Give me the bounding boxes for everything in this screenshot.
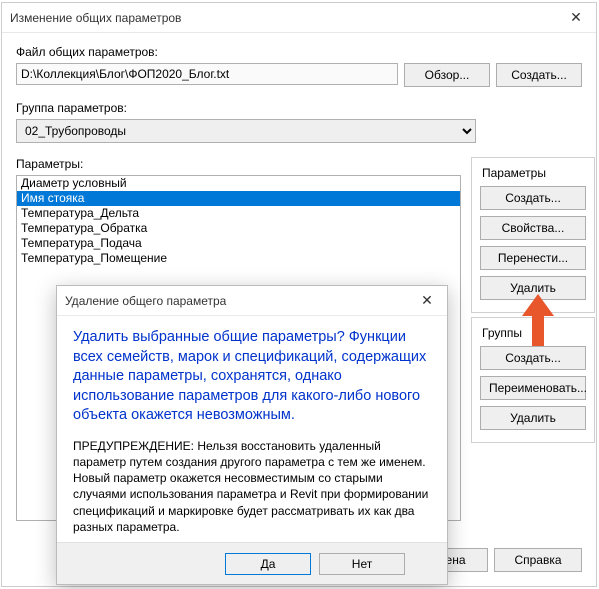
- groups-fieldset: Группы Создать... Переименовать... Удали…: [471, 317, 595, 443]
- dialog-footer: Да Нет: [57, 542, 447, 584]
- confirm-dialog: Удаление общего параметра ✕ Удалить выбр…: [56, 285, 448, 585]
- param-move-button[interactable]: Перенести...: [480, 246, 586, 270]
- help-button[interactable]: Справка: [494, 548, 582, 572]
- dialog-titlebar: Удаление общего параметра ✕: [57, 286, 447, 316]
- group-rename-button[interactable]: Переименовать...: [480, 376, 586, 400]
- param-props-button[interactable]: Свойства...: [480, 216, 586, 240]
- file-path-input[interactable]: [16, 63, 398, 85]
- params-label: Параметры:: [16, 157, 461, 171]
- main-titlebar: Изменение общих параметров ✕: [2, 3, 596, 33]
- param-delete-button[interactable]: Удалить: [480, 276, 586, 300]
- group-new-button[interactable]: Создать...: [480, 346, 586, 370]
- dialog-close-icon[interactable]: ✕: [407, 286, 447, 315]
- group-select[interactable]: 02_Трубопроводы: [16, 119, 476, 143]
- create-button[interactable]: Создать...: [496, 63, 582, 87]
- yes-button[interactable]: Да: [225, 553, 311, 575]
- list-item[interactable]: Температура_Подача: [17, 236, 460, 251]
- file-label: Файл общих параметров:: [16, 45, 582, 59]
- params-legend: Параметры: [480, 166, 548, 180]
- param-new-button[interactable]: Создать...: [480, 186, 586, 210]
- right-panel: Параметры Создать... Свойства... Перенес…: [471, 157, 595, 521]
- list-item[interactable]: Температура_Помещение: [17, 251, 460, 266]
- groups-legend: Группы: [480, 326, 524, 340]
- group-label: Группа параметров:: [16, 101, 582, 115]
- list-item[interactable]: Температура_Дельта: [17, 206, 460, 221]
- file-row: Обзор... Создать...: [16, 63, 582, 87]
- browse-button[interactable]: Обзор...: [404, 63, 490, 87]
- dialog-title: Удаление общего параметра: [57, 294, 407, 308]
- list-item[interactable]: Имя стояка: [17, 191, 460, 206]
- params-fieldset: Параметры Создать... Свойства... Перенес…: [471, 157, 595, 313]
- no-button[interactable]: Нет: [319, 553, 405, 575]
- dialog-question: Удалить выбранные общие параметры? Функц…: [73, 328, 431, 426]
- window-title: Изменение общих параметров: [2, 11, 556, 25]
- close-icon[interactable]: ✕: [556, 3, 596, 32]
- dialog-body: Удалить выбранные общие параметры? Функц…: [57, 316, 447, 542]
- list-item[interactable]: Диаметр условный: [17, 176, 460, 191]
- dialog-warning: ПРЕДУПРЕЖДЕНИЕ: Нельзя восстановить удал…: [73, 438, 431, 535]
- list-item[interactable]: Температура_Обратка: [17, 221, 460, 236]
- group-delete-button[interactable]: Удалить: [480, 406, 586, 430]
